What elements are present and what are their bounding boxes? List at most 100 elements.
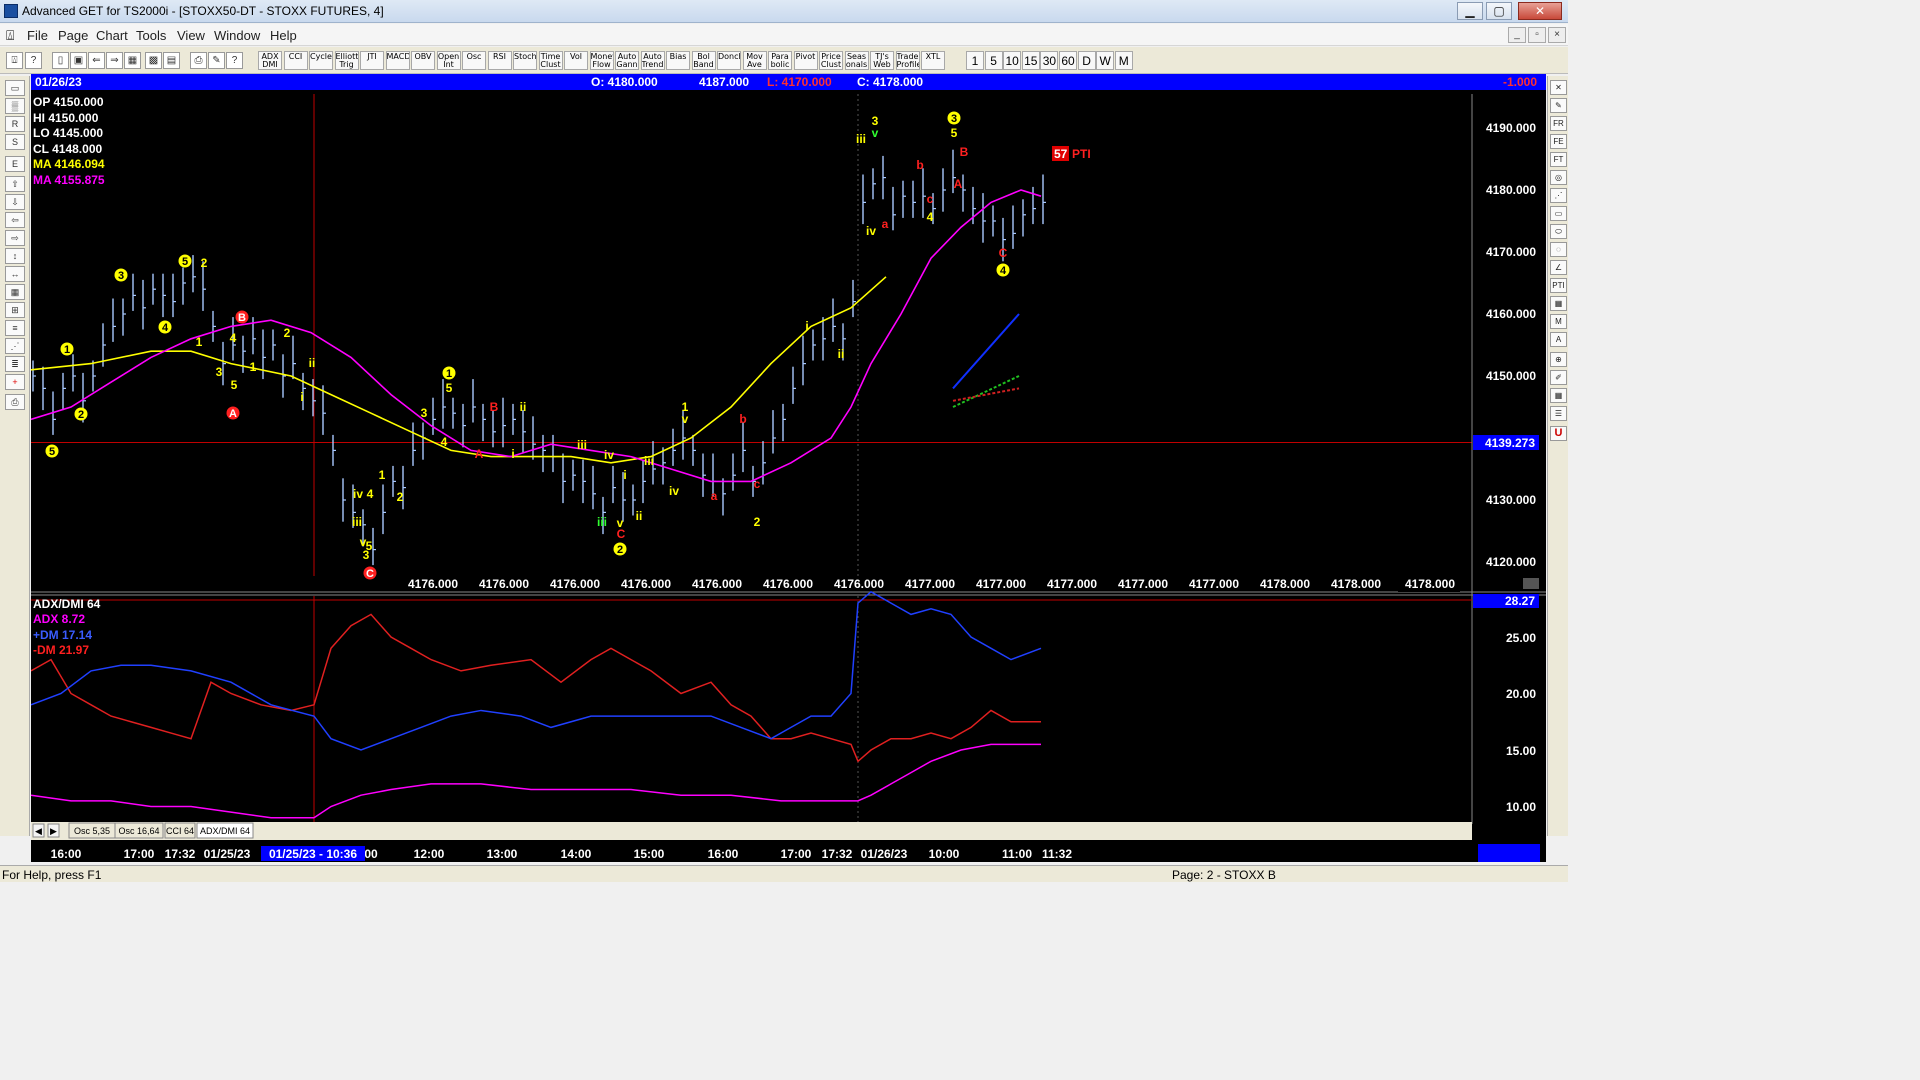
study-button[interactable]: Para bolic: [768, 51, 792, 70]
grid-small-icon[interactable]: ▦: [1550, 296, 1567, 311]
fib-icon[interactable]: ≣: [5, 356, 25, 372]
menu-view[interactable]: View: [177, 28, 205, 43]
study-button[interactable]: ADX DMI: [258, 51, 282, 70]
menu-help[interactable]: Help: [270, 28, 297, 43]
layout-icon[interactable]: ▤: [163, 52, 180, 69]
grid-icon[interactable]: ▦: [5, 284, 25, 300]
close-x-icon[interactable]: ✕: [1550, 80, 1567, 95]
study-button[interactable]: TJ's Web: [870, 51, 894, 70]
study-button[interactable]: Osc: [462, 51, 486, 70]
question-icon[interactable]: ?: [226, 52, 243, 69]
interval-button[interactable]: M: [1114, 51, 1133, 70]
interval-button[interactable]: 10: [1003, 51, 1022, 70]
back-icon[interactable]: ⇐: [88, 52, 105, 69]
study-button[interactable]: CCI: [283, 51, 308, 70]
mdi-restore-button[interactable]: ▫: [1528, 27, 1546, 43]
study-button[interactable]: Cycles: [309, 51, 333, 70]
reset-icon[interactable]: R: [5, 116, 25, 132]
study-button[interactable]: Pivot: [793, 51, 818, 70]
mob-icon[interactable]: M: [1550, 314, 1567, 329]
folder-icon[interactable]: ▭: [5, 80, 25, 96]
new-icon[interactable]: ▯: [52, 52, 69, 69]
fan-icon[interactable]: ⋰: [1550, 188, 1567, 203]
crosshair-icon[interactable]: +: [5, 374, 25, 390]
paint-icon[interactable]: ✐: [1550, 370, 1567, 385]
zoom-in-icon[interactable]: ⊕: [1550, 352, 1567, 367]
fib-ext-icon[interactable]: FE: [1550, 134, 1567, 149]
calc-icon[interactable]: ▦: [1550, 388, 1567, 403]
study-button[interactable]: Elliott Trig: [334, 51, 359, 70]
interval-button[interactable]: 5: [984, 51, 1003, 70]
menu-tools[interactable]: Tools: [136, 28, 166, 43]
tile-icon[interactable]: ▩: [145, 52, 162, 69]
pti-icon[interactable]: PTI: [1550, 278, 1567, 293]
help-icon[interactable]: ?: [25, 52, 42, 69]
interval-button[interactable]: 15: [1021, 51, 1040, 70]
close-button[interactable]: ✕: [1518, 2, 1562, 20]
study-button[interactable]: Time Clust: [538, 51, 563, 70]
list-icon[interactable]: ☰: [1550, 406, 1567, 421]
left-arrow-icon[interactable]: ⇦: [5, 212, 25, 228]
study-button[interactable]: Vol: [564, 51, 588, 70]
box-icon[interactable]: ▭: [1550, 206, 1567, 221]
study-button[interactable]: Mov Ave: [742, 51, 767, 70]
study-button[interactable]: Money Flow: [589, 51, 614, 70]
study-button[interactable]: Seas onals: [844, 51, 869, 70]
menu-page[interactable]: Page: [58, 28, 88, 43]
interval-button[interactable]: 30: [1040, 51, 1059, 70]
ellipse2-icon[interactable]: ◌: [1550, 242, 1567, 257]
forward-icon[interactable]: ⇒: [106, 52, 123, 69]
fib-time-icon[interactable]: FT: [1550, 152, 1567, 167]
ellipse-icon[interactable]: ⬭: [1550, 224, 1567, 239]
study-button[interactable]: Open Int: [436, 51, 461, 70]
circle-icon[interactable]: ◎: [1550, 170, 1567, 185]
study-button[interactable]: MACD: [385, 51, 410, 70]
fib-ret-icon[interactable]: FR: [1550, 116, 1567, 131]
elliott-icon[interactable]: E: [5, 156, 25, 172]
pencil-icon[interactable]: ✎: [1550, 98, 1567, 113]
study-button[interactable]: Bol Band: [691, 51, 716, 70]
maximize-button[interactable]: ▢: [1486, 2, 1512, 20]
study-button[interactable]: RSI: [487, 51, 512, 70]
menu-window[interactable]: Window: [214, 28, 260, 43]
expand-icon[interactable]: ↔: [5, 266, 25, 282]
interval-button[interactable]: 1: [966, 51, 984, 70]
lines-icon[interactable]: ≡: [5, 320, 25, 336]
gann-fan-icon[interactable]: ⋰: [5, 338, 25, 354]
study-button[interactable]: Donch: [717, 51, 741, 70]
interval-button[interactable]: D: [1077, 51, 1096, 70]
study-button[interactable]: Stoch: [513, 51, 537, 70]
study-button[interactable]: JTI: [360, 51, 384, 70]
study-button[interactable]: Auto Trend: [640, 51, 665, 70]
print-small-icon[interactable]: ⎙: [5, 394, 25, 410]
grid-icon[interactable]: ▦: [124, 52, 141, 69]
chart-area[interactable]: 01/26/23 O: 4180.000 4187.000 L: 4170.00…: [31, 74, 1546, 862]
zoom-icon[interactable]: ⊞: [5, 302, 25, 318]
compress-icon[interactable]: ↕: [5, 248, 25, 264]
study-button[interactable]: OBV: [411, 51, 435, 70]
interval-button[interactable]: W: [1096, 51, 1115, 70]
minimize-button[interactable]: ▁: [1457, 2, 1483, 20]
open-icon[interactable]: ▣: [70, 52, 87, 69]
cursor-icon[interactable]: ⍍: [6, 52, 23, 69]
up-arrow-icon[interactable]: ⇧: [5, 176, 25, 192]
hint-icon[interactable]: ✎: [208, 52, 225, 69]
mdi-close-button[interactable]: ×: [1548, 27, 1566, 43]
study-icon[interactable]: S: [5, 134, 25, 150]
text-icon[interactable]: A: [1550, 332, 1567, 347]
study-button[interactable]: Trade Profile: [895, 51, 920, 70]
study-button[interactable]: Price Clust: [819, 51, 843, 70]
study-button[interactable]: XTL: [921, 51, 945, 70]
menu-chart[interactable]: Chart: [96, 28, 128, 43]
print-icon[interactable]: ⎙: [190, 52, 207, 69]
undo-icon[interactable]: U: [1550, 426, 1567, 441]
angle-icon[interactable]: ∠: [1550, 260, 1567, 275]
right-arrow-icon[interactable]: ⇨: [5, 230, 25, 246]
menu-file[interactable]: File: [27, 28, 48, 43]
scroll-corner-icon[interactable]: [1523, 578, 1539, 589]
down-arrow-icon[interactable]: ⇩: [5, 194, 25, 210]
mdi-minimize-button[interactable]: _: [1508, 27, 1526, 43]
interval-button[interactable]: 60: [1059, 51, 1077, 70]
gann-icon[interactable]: ▒: [5, 98, 25, 114]
study-button[interactable]: Bias: [666, 51, 690, 70]
